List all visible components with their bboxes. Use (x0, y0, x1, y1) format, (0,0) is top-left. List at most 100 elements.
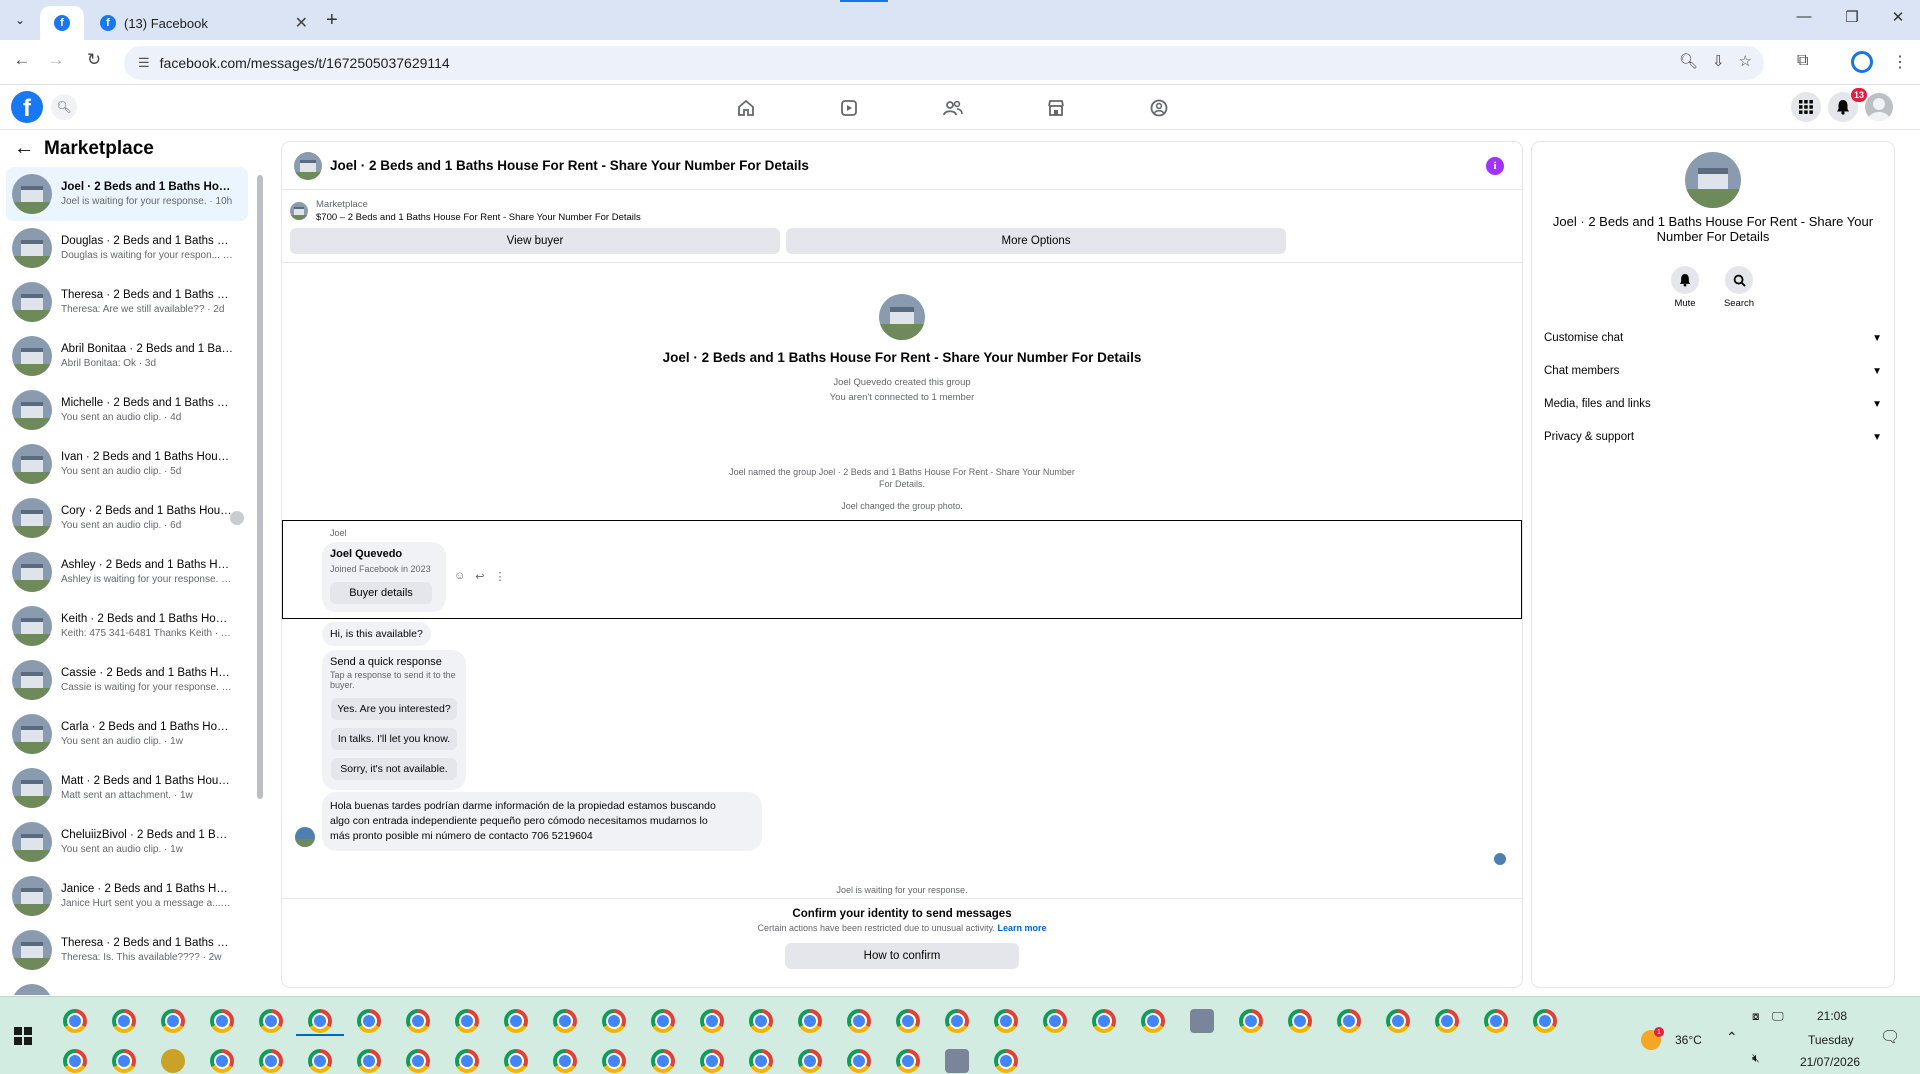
chrome-icon[interactable] (553, 1009, 577, 1033)
chrome-icon[interactable] (161, 1009, 185, 1033)
chrome-icon[interactable] (112, 1009, 136, 1033)
windows-start-icon[interactable] (14, 1027, 32, 1045)
more-actions-icon[interactable]: ⋮ (494, 570, 505, 583)
chrome-icon[interactable] (749, 1009, 773, 1033)
chrome-icon[interactable] (1043, 1009, 1067, 1033)
bookmark-star-icon[interactable]: ☆ (1739, 52, 1752, 70)
facebook-search-button[interactable]: 🔍︎ (51, 94, 77, 120)
scrollbar-thumb[interactable] (257, 175, 263, 799)
search-action[interactable]: Search (1714, 266, 1764, 309)
tab-search-chevron-icon[interactable]: ⌄ (8, 8, 32, 32)
chrome-icon[interactable] (63, 1009, 87, 1033)
bell-icon[interactable] (1671, 266, 1699, 294)
chrome-icon[interactable] (651, 1009, 675, 1033)
chrome-icon[interactable] (1533, 1009, 1557, 1033)
chrome-icon[interactable] (1337, 1009, 1361, 1033)
reload-button[interactable]: ↻ (82, 50, 106, 70)
apps-menu-icon[interactable] (1791, 92, 1821, 122)
chrome-icon[interactable] (63, 1049, 87, 1073)
chrome-icon[interactable] (259, 1009, 283, 1033)
conversation-item[interactable]: Michelle · 2 Beds and 1 Baths House For … (6, 383, 248, 437)
page-scrollbar[interactable] (1902, 131, 1916, 995)
gaming-icon[interactable] (1147, 96, 1171, 120)
chrome-icon[interactable] (1141, 1009, 1165, 1033)
facebook-logo-icon[interactable]: f (11, 91, 43, 123)
chrome-icon[interactable] (455, 1009, 479, 1033)
marketplace-icon[interactable] (1044, 96, 1068, 120)
install-app-icon[interactable]: ⇩ (1712, 52, 1725, 70)
chrome-icon[interactable] (651, 1049, 675, 1073)
info-icon[interactable]: i (1486, 157, 1504, 175)
new-tab-button[interactable]: + (326, 9, 338, 32)
temperature[interactable]: 36°C (1675, 1033, 1702, 1047)
listing-banner[interactable]: Marketplace $700 – 2 Beds and 1 Baths Ho… (290, 196, 1510, 226)
chrome-icon[interactable] (1484, 1009, 1508, 1033)
chrome-icon[interactable] (798, 1049, 822, 1073)
chrome-icon[interactable] (308, 1009, 332, 1033)
minimize-button[interactable]: — (1792, 8, 1816, 25)
app-icon[interactable] (161, 1049, 185, 1073)
home-icon[interactable] (734, 96, 758, 120)
browser-menu-icon[interactable]: ⋮ (1892, 52, 1908, 72)
conversation-item[interactable]: Ashley · 2 Beds and 1 Baths House For Re… (6, 545, 248, 599)
chrome-icon[interactable] (798, 1009, 822, 1033)
chrome-icon[interactable] (1239, 1009, 1263, 1033)
chrome-icon[interactable] (406, 1049, 430, 1073)
quick-reply-talks-button[interactable]: In talks. I'll let you know. (331, 728, 457, 750)
conversation-item[interactable]: Theresa · 2 Beds and 1 Baths House For R… (6, 977, 248, 995)
chrome-icon[interactable] (1386, 1009, 1410, 1033)
buyer-details-button[interactable]: Buyer details (330, 582, 432, 604)
conversation-item[interactable]: Joel · 2 Beds and 1 Baths House For Rent… (6, 167, 248, 221)
account-avatar[interactable] (1865, 93, 1893, 121)
conversation-item[interactable]: Theresa · 2 Beds and 1 Baths House For R… (6, 923, 248, 977)
chrome-icon[interactable] (357, 1009, 381, 1033)
restore-button[interactable]: ❐ (1840, 8, 1864, 26)
conversation-item[interactable]: Keith · 2 Beds and 1 Baths House For Ren… (6, 599, 248, 653)
conversation-item[interactable]: Cory · 2 Beds and 1 Baths House For Rent… (6, 491, 248, 545)
volume-muted-icon[interactable]: 🔇︎ (1752, 1051, 1760, 1066)
privacy-support-section[interactable]: Privacy & support ▼ (1544, 425, 1882, 449)
sender-avatar[interactable] (295, 827, 315, 847)
browser-tab-active[interactable]: f (40, 6, 84, 40)
chrome-icon[interactable] (847, 1009, 871, 1033)
chrome-icon[interactable] (112, 1049, 136, 1073)
chrome-icon[interactable] (847, 1049, 871, 1073)
chrome-icon[interactable] (602, 1009, 626, 1033)
chat-members-section[interactable]: Chat members ▼ (1544, 359, 1882, 383)
reply-icon[interactable]: ↩ (475, 570, 484, 583)
chrome-icon[interactable] (1092, 1009, 1116, 1033)
conversation-scrollbar[interactable] (256, 165, 264, 985)
chrome-icon[interactable] (357, 1049, 381, 1073)
conversation-item[interactable]: Douglas · 2 Beds and 1 Baths House For R… (6, 221, 248, 275)
conversation-item[interactable]: Carla · 2 Beds and 1 Baths House For Ren… (6, 707, 248, 761)
chevron-up-icon[interactable]: ⌃ (1726, 1029, 1738, 1046)
chrome-icon[interactable] (259, 1049, 283, 1073)
chrome-icon[interactable] (700, 1009, 724, 1033)
video-icon[interactable] (837, 96, 861, 120)
chrome-icon[interactable] (455, 1049, 479, 1073)
conversation-item[interactable]: Matt · 2 Beds and 1 Baths House For Rent… (6, 761, 248, 815)
learn-more-link[interactable]: Learn more (997, 923, 1046, 933)
more-options-button[interactable]: More Options (786, 228, 1286, 254)
notification-center-icon[interactable]: 🗨︎ (1880, 1027, 1900, 1047)
extensions-icon[interactable]: ⧉ (1797, 52, 1808, 70)
app-icon[interactable] (945, 1049, 969, 1073)
chrome-icon[interactable] (210, 1009, 234, 1033)
tab-close-icon[interactable]: ✕ (295, 13, 308, 33)
browser-profile-icon[interactable] (1851, 51, 1873, 73)
meet-now-icon[interactable]: ⧇ (1752, 1009, 1760, 1024)
site-info-icon[interactable]: ☰ (138, 55, 150, 71)
app-icon[interactable] (1190, 1009, 1214, 1033)
chat-group-photo[interactable] (294, 151, 322, 180)
chrome-icon[interactable] (700, 1049, 724, 1073)
react-emoji-icon[interactable]: ☺ (454, 570, 465, 583)
url-bar[interactable]: ☰ facebook.com/messages/t/16725050376291… (124, 46, 1764, 80)
friends-icon[interactable] (941, 96, 965, 120)
chrome-icon[interactable] (994, 1009, 1018, 1033)
customise-chat-section[interactable]: Customise chat ▼ (1544, 326, 1882, 350)
conversation-item[interactable]: CheluiizBivol · 2 Beds and 1 Baths House… (6, 815, 248, 869)
browser-tab-facebook[interactable]: f (13) Facebook ✕ (88, 6, 320, 40)
quick-reply-sorry-button[interactable]: Sorry, it's not available. (331, 758, 457, 780)
view-buyer-button[interactable]: View buyer (290, 228, 780, 254)
clock-day[interactable]: Tuesday (1808, 1033, 1854, 1047)
